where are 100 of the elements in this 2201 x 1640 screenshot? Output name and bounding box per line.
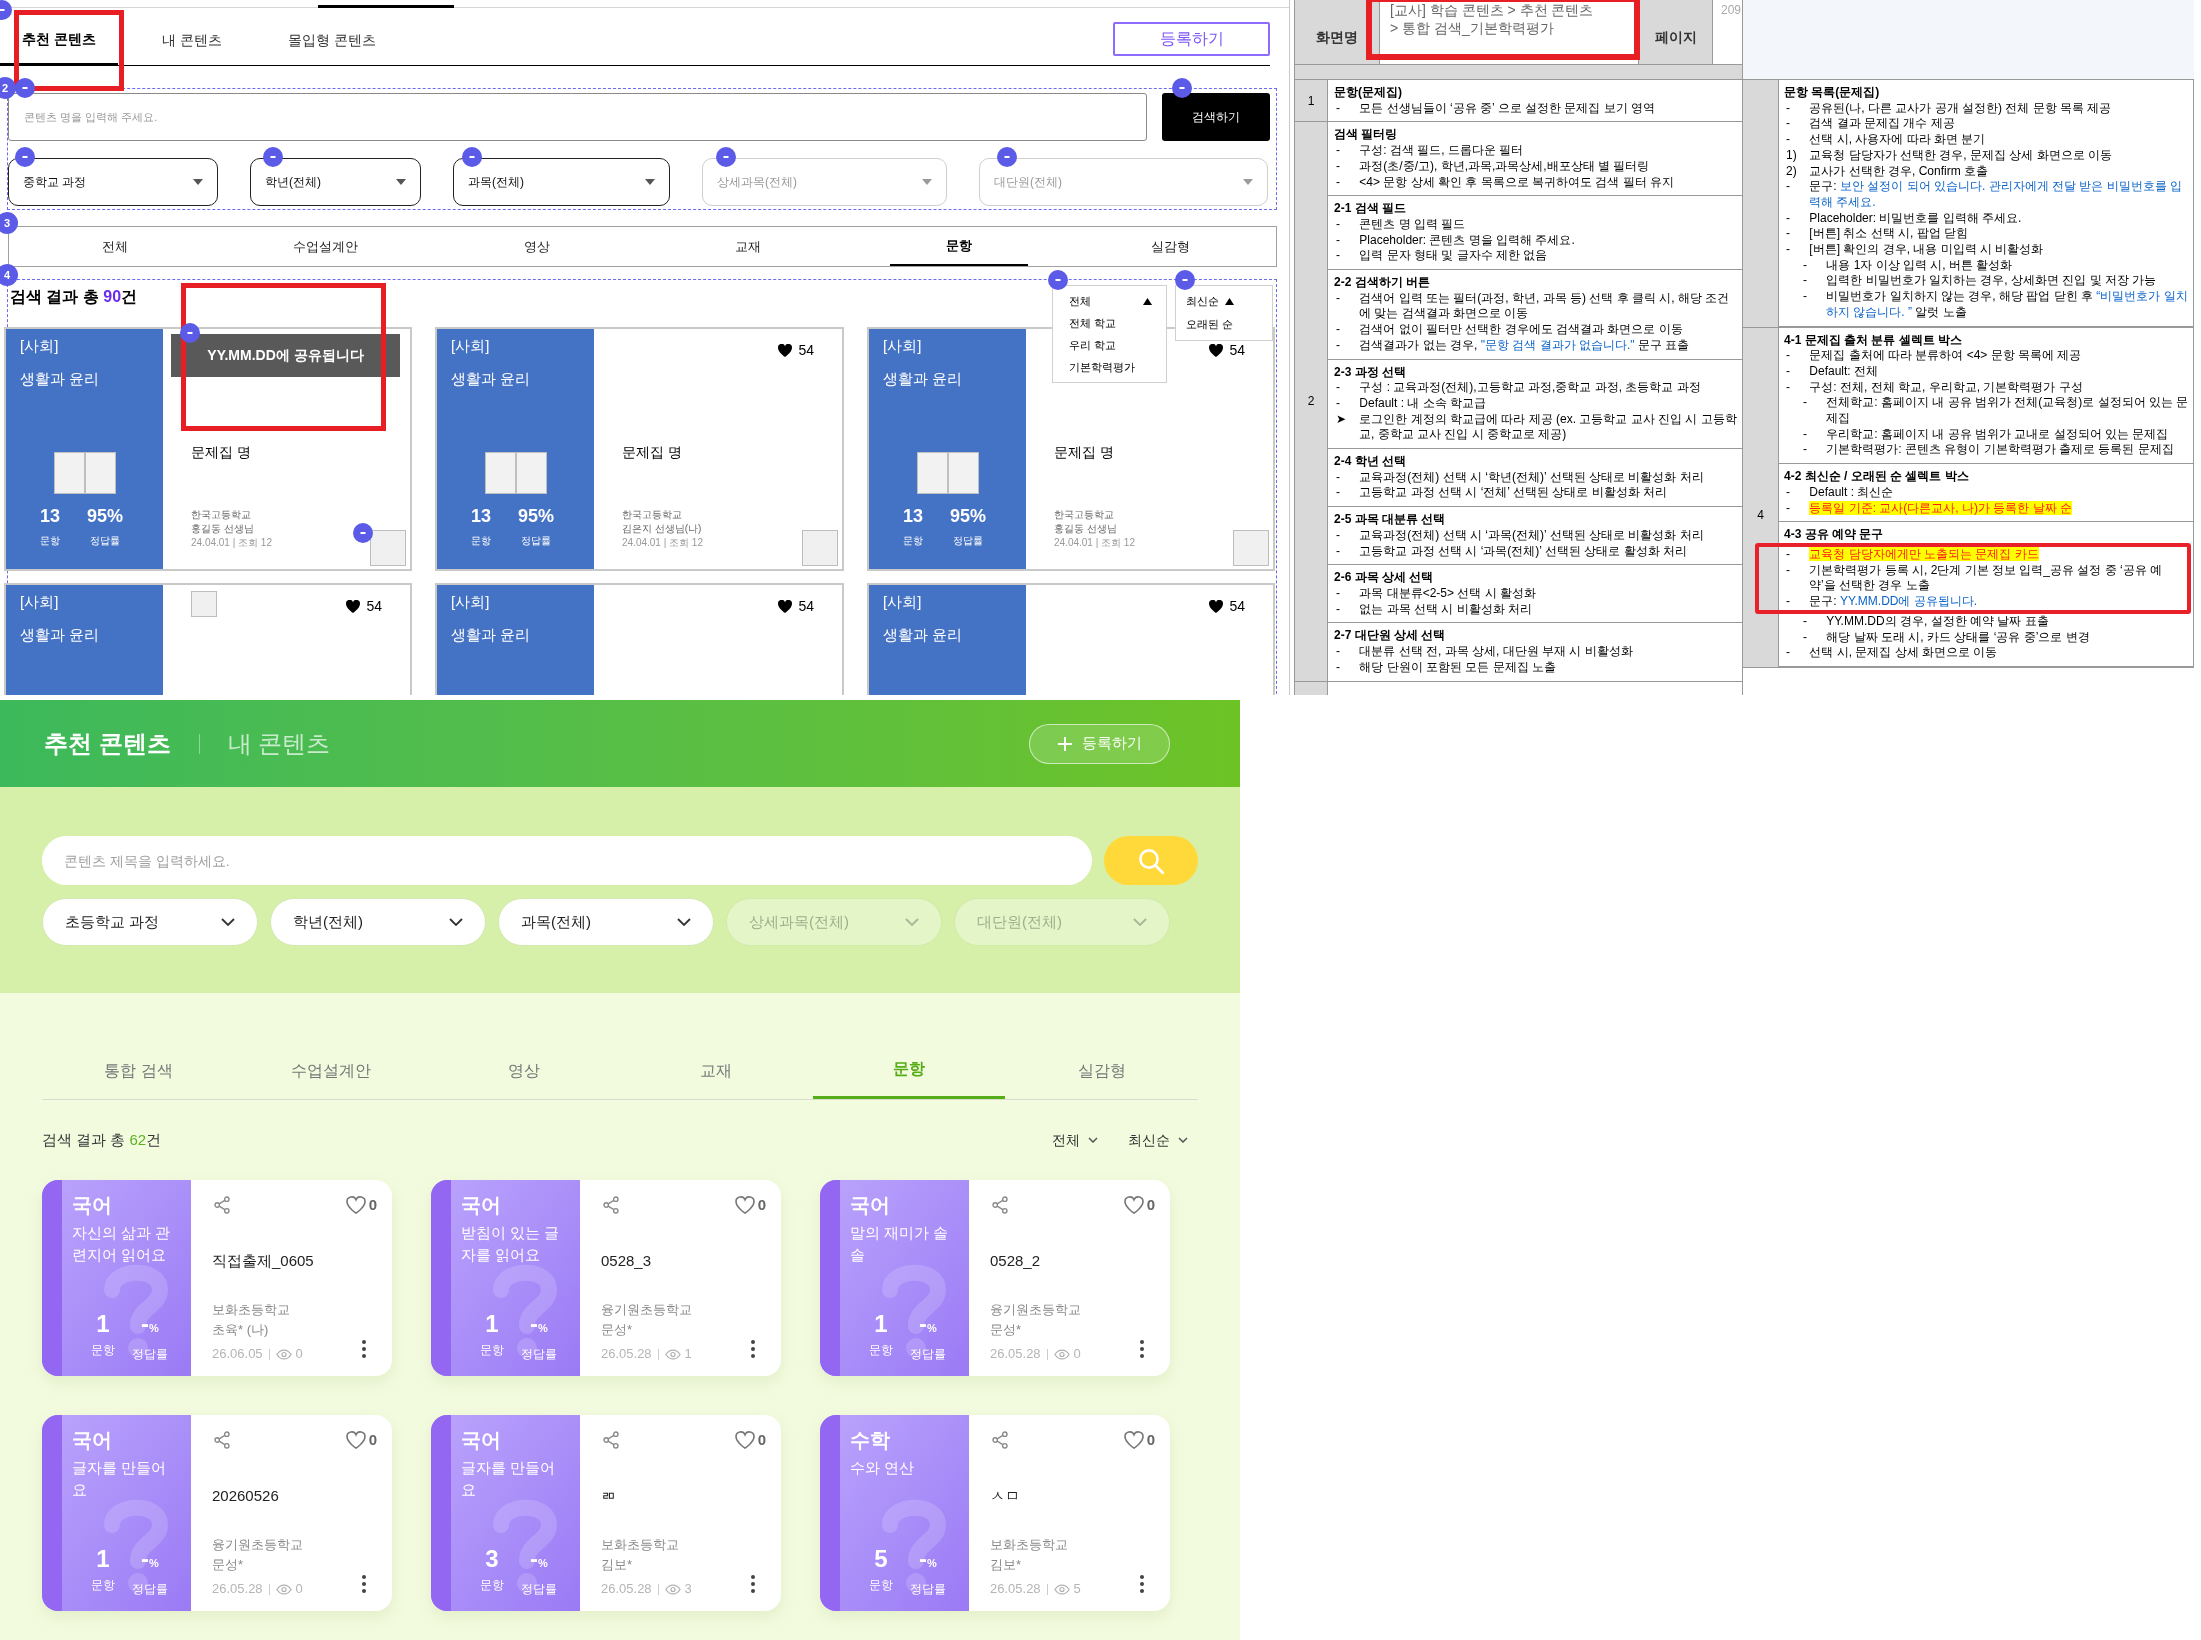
unit-name: 글자를 만들어요 (72, 1459, 168, 1500)
spec-line: - 전체학교: 홈페이지 내 공유 범위가 전체(교육청)로 설정되어 있는 문제집 (1802, 395, 2189, 427)
section-title: 2-6 과목 상세 선택 (1334, 570, 1435, 586)
view-count: 0 (295, 1580, 303, 1598)
search-button[interactable] (1104, 836, 1198, 885)
tab[interactable]: 교재 (620, 1042, 813, 1099)
chevron-down-icon (221, 918, 235, 926)
view-count: 0 (1073, 1345, 1081, 1363)
tab[interactable]: 수업설계안 (256, 227, 395, 266)
content-card[interactable]: 국어 말의 재미가 솔솔 1 문항 -% 정답률 0 0528_2 융기원초등학교 문성* 26.05.28 0 (820, 1180, 1170, 1376)
eye-icon (1053, 1583, 1070, 1595)
annotation-marker-icon (15, 78, 35, 98)
stat-label: 문항 (903, 535, 923, 547)
spec-line: 2) 교사가 선택한 경우, Confirm 호출 (1785, 163, 1990, 180)
more-icon (1140, 1575, 1144, 1593)
more-icon (362, 1340, 366, 1358)
content-card[interactable]: 국어 글자를 만들어요 3 문항 -% 정답률 0 ㄻ 보화초등학교 김보* 26.05.28 3 (431, 1415, 781, 1611)
image-placeholder (1233, 530, 1269, 566)
book-icon (484, 452, 547, 494)
spec-line: - 해당 날짜 도래 시, 카드 상태를 ‘공유 중’으로 변경 (1802, 629, 2091, 646)
tab[interactable]: 전체 (45, 227, 184, 266)
content-card[interactable]: [사회] 생활과 윤리 13 문항 95% 정답률 54 문제집 명 한국고등학교 김은지 선생님(나) 24.04.01 | 조회 12 (435, 327, 844, 571)
search-field[interactable]: 콘텐츠 명을 입력해 주세요. (8, 93, 1147, 141)
plus-icon (1057, 736, 1072, 751)
school-name: 한국고등학교 (622, 508, 682, 522)
card-meta: 24.04.01 | 조회 12 (1054, 536, 1135, 550)
dropdown[interactable]: 과목(전체) (498, 898, 714, 946)
heart-icon (1123, 1431, 1144, 1449)
spec-line: - 공유된(나, 다른 교사가 공개 설정한) 전체 문항 목록 제공 (1785, 100, 2113, 117)
spec-line: - 고등학교 과정 선택 시 ‘전체’ 선택된 상태로 비활성화 처리 (1335, 485, 1668, 502)
spec-line: - 문구: 보안 설정이 되어 있습니다. 관리자에게 전달 받은 비밀번호를 입력해 주세요. (1785, 179, 2184, 211)
unit-name: 말의 재미가 솔솔 (850, 1224, 950, 1265)
section-title: 2-5 과목 대분류 선택 (1334, 512, 1447, 528)
tab[interactable]: 영상 (467, 227, 606, 266)
card-date: 26.05.28 (601, 1345, 652, 1363)
author-name: 초육* (나) (212, 1321, 269, 1339)
author-name: 김보* (601, 1556, 633, 1574)
like-count: 0 (1146, 1431, 1155, 1449)
spec-line: - 선택 시, 사용자에 따라 화면 분기 (1785, 132, 1987, 148)
stat-label: 정답률 (521, 1346, 557, 1362)
register-button[interactable]: 등록하기 (1113, 22, 1270, 56)
tab[interactable]: 내 콘텐츠 (139, 15, 244, 65)
share-icon (992, 1196, 1008, 1214)
annotation-number: 2 (0, 77, 16, 99)
annotation-marker-icon (353, 523, 373, 543)
content-card[interactable]: 국어 받침이 있는 글자를 읽어요 1 문항 -% 정답률 0 0528_3 융기원초등학교 문성* 26.05.28 1 (431, 1180, 781, 1376)
spec-line: - 교육청 담당자에게만 노출되는 문제집 카드 (1785, 547, 2040, 563)
view-count: 3 (684, 1580, 692, 1598)
search-button[interactable]: 검색하기 (1162, 93, 1270, 141)
share-icon (214, 1431, 230, 1449)
content-card[interactable]: [사회] 생활과 윤리 13 문항 95% 정답률 YY.MM.DD에 공유됩니다 문제집 명 한국고등학교 홍길동 선생님 24.04.01 | 조회 12 (4, 327, 412, 571)
school-name: 한국고등학교 (1054, 508, 1114, 522)
question-count: 13 (40, 506, 60, 526)
like-count: 54 (366, 597, 382, 615)
tab[interactable]: 교재 (679, 227, 818, 266)
accuracy-rate: -% (919, 1310, 937, 1339)
spec-line: - 해당 단원이 포함된 모든 문제집 노출 (1335, 659, 1557, 676)
tab[interactable]: 실감형 (1101, 227, 1240, 266)
chevron-down-icon (449, 918, 463, 926)
author-name: 문성* (212, 1556, 244, 1574)
tab[interactable]: 수업설계안 (234, 1042, 428, 1099)
tab[interactable]: 몰입형 콘텐츠 (265, 15, 398, 65)
content-card[interactable]: [사회] 생활과 윤리 54 (435, 583, 844, 695)
accuracy-rate: -% (530, 1310, 548, 1339)
dropdown[interactable]: 학년(전체) (270, 898, 486, 946)
annotation-marker-icon (1172, 78, 1192, 98)
sort-dropdown[interactable]: 전체 (1052, 1129, 1098, 1151)
search-field[interactable]: 콘텐츠 제목을 입력하세요. (42, 836, 1092, 885)
tab[interactable]: 통합 검색 (42, 1042, 235, 1099)
school-name: 한국고등학교 (191, 508, 251, 522)
content-card[interactable]: 국어 자신의 삶과 관련지어 읽어요 1 문항 -% 정답률 0 직접출제_0605 보화초등학교 초육* (나) 26.06.05 0 (42, 1180, 392, 1376)
spec-line: - 콘텐츠 명 입력 필드 (1335, 216, 1467, 233)
tab[interactable]: 실감형 (1005, 1042, 1198, 1099)
subject-label: [사회] (451, 592, 490, 612)
content-card[interactable]: 수학 수와 연산 5 문항 -% 정답률 0 ㅅㅁ 보화초등학교 김보* 26.05.28 5 (820, 1415, 1170, 1611)
spec-line: - 과정(초/중/고), 학년,과목,과목상세,배포상태 별 필터링 (1335, 158, 1651, 175)
card-title: ㄻ (601, 1486, 616, 1506)
tab[interactable]: 문항 (890, 227, 1029, 266)
menu-item[interactable]: 최신순 (1176, 290, 1272, 313)
content-card[interactable]: [사회] 생활과 윤리 54 (867, 583, 1275, 695)
image-placeholder (191, 591, 217, 617)
card-title: 문제집 명 (1054, 443, 1114, 461)
dropdown[interactable]: 초등학교 과정 (42, 898, 258, 946)
tab[interactable]: 영상 (427, 1042, 620, 1099)
spec-line: - 검색어 없이 필터만 선택한 경우에도 검색결과 화면으로 이동 (1335, 322, 1684, 338)
content-card[interactable]: 국어 글자를 만들어요 1 문항 -% 정답률 0 20260526 융기원초등학교 문성* 26.05.28 0 (42, 1415, 392, 1611)
subject-label: [사회] (883, 336, 922, 356)
sort-dropdown[interactable]: 최신순 (1128, 1129, 1188, 1151)
menu-item[interactable]: 전체 (1053, 290, 1166, 312)
course-name: 생활과 윤리 (883, 369, 963, 389)
menu-item[interactable]: 우리 학교 (1053, 334, 1166, 356)
content-card[interactable]: [사회] 생활과 윤리 54 (4, 583, 412, 695)
spec-line: - 문제집 출처에 따라 분류하여 <4> 문항 목록에 제공 (1785, 348, 2083, 364)
stat-label: 정답률 (132, 1581, 168, 1597)
heart-icon (778, 343, 793, 357)
eye-icon (275, 1348, 292, 1360)
menu-item[interactable]: 기본학력평가 (1053, 356, 1166, 378)
spec-line: ➤ 로그인한 계정의 학교급에 따라 제공 (ex. 고등학교 교사 진입 시 고등학교, 중학교 교사 진입 시 중학교로 제공) (1335, 411, 1738, 444)
stat-label: 정답률 (521, 535, 551, 547)
stat-label: 정답률 (910, 1581, 946, 1597)
